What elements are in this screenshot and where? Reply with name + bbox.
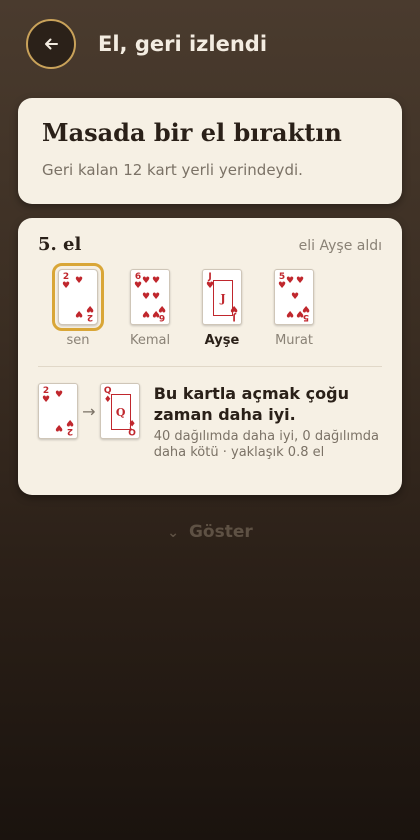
played-card: 2 ♥ ♥ ♥ 2 ♥ xyxy=(38,383,78,439)
header: El, geri izlendi xyxy=(26,18,400,70)
chevron-down-icon: ⌄ xyxy=(167,525,179,541)
player-sen: 2 ♥ ♥ ♥ 2 ♥ sen xyxy=(42,263,114,348)
player-name: Kemal xyxy=(129,333,171,348)
show-button[interactable]: ⌄ Göster xyxy=(0,522,420,542)
hand-winner: eli Ayşe aldı xyxy=(298,238,382,254)
arrow-left-icon xyxy=(45,38,58,50)
suggested-card: Q ♦ Q Q ♦ xyxy=(99,383,140,439)
played-cards: 2 ♥ ♥ ♥ 2 ♥ sen 6 ♥ ♥ ♥ ♥ ♥ ♥ ♥ 6 ♥ Kemal xyxy=(42,263,382,348)
playing-card: 5 ♥ ♥ ♥ ♥ ♥ ♥ 5 ♥ xyxy=(274,269,314,325)
summary-card: Masada bir el bıraktın Geri kalan 12 kar… xyxy=(18,98,402,204)
playing-card: J ♥ J J ♥ xyxy=(202,269,242,325)
player-kemal: 6 ♥ ♥ ♥ ♥ ♥ ♥ ♥ 6 ♥ Kemal xyxy=(114,269,186,348)
back-button[interactable] xyxy=(26,19,76,69)
show-button-label: Göster xyxy=(188,522,253,542)
player-name: Ayşe xyxy=(204,333,240,348)
summary-title: Masada bir el bıraktın xyxy=(42,118,342,147)
advice-detail: 40 dağılımda daha iyi, 0 dağılımda daha … xyxy=(153,429,380,460)
summary-subtitle: Geri kalan 12 kart yerli yerindeydi. xyxy=(42,161,303,179)
player-ayse: J ♥ J J ♥ Ayşe xyxy=(186,269,258,348)
playing-card: 6 ♥ ♥ ♥ ♥ ♥ ♥ ♥ 6 ♥ xyxy=(130,269,170,325)
page-title: El, geri izlendi xyxy=(98,32,268,56)
divider xyxy=(38,366,382,367)
advice-text: Bu kartla açmak çoğu zaman daha iyi. 40 … xyxy=(154,383,382,461)
player-name: sen xyxy=(66,333,90,348)
hand-number: 5. el xyxy=(38,234,82,255)
player-murat: 5 ♥ ♥ ♥ ♥ ♥ ♥ 5 ♥ Murat xyxy=(258,269,330,348)
advice-row: 2 ♥ ♥ ♥ 2 ♥ → Q ♦ Q Q ♦ Bu kartla açmak çoğu… xyxy=(38,383,382,461)
arrow-right-icon: → xyxy=(82,401,96,421)
player-name: Murat xyxy=(275,333,313,348)
hand-card: 5. el eli Ayşe aldı 2 ♥ ♥ ♥ 2 ♥ sen 6 ♥ ♥ ♥… xyxy=(18,218,402,495)
advice-title: Bu kartla açmak çoğu zaman daha iyi. xyxy=(153,384,349,424)
playing-card[interactable]: 2 ♥ ♥ ♥ 2 ♥ xyxy=(52,263,104,331)
